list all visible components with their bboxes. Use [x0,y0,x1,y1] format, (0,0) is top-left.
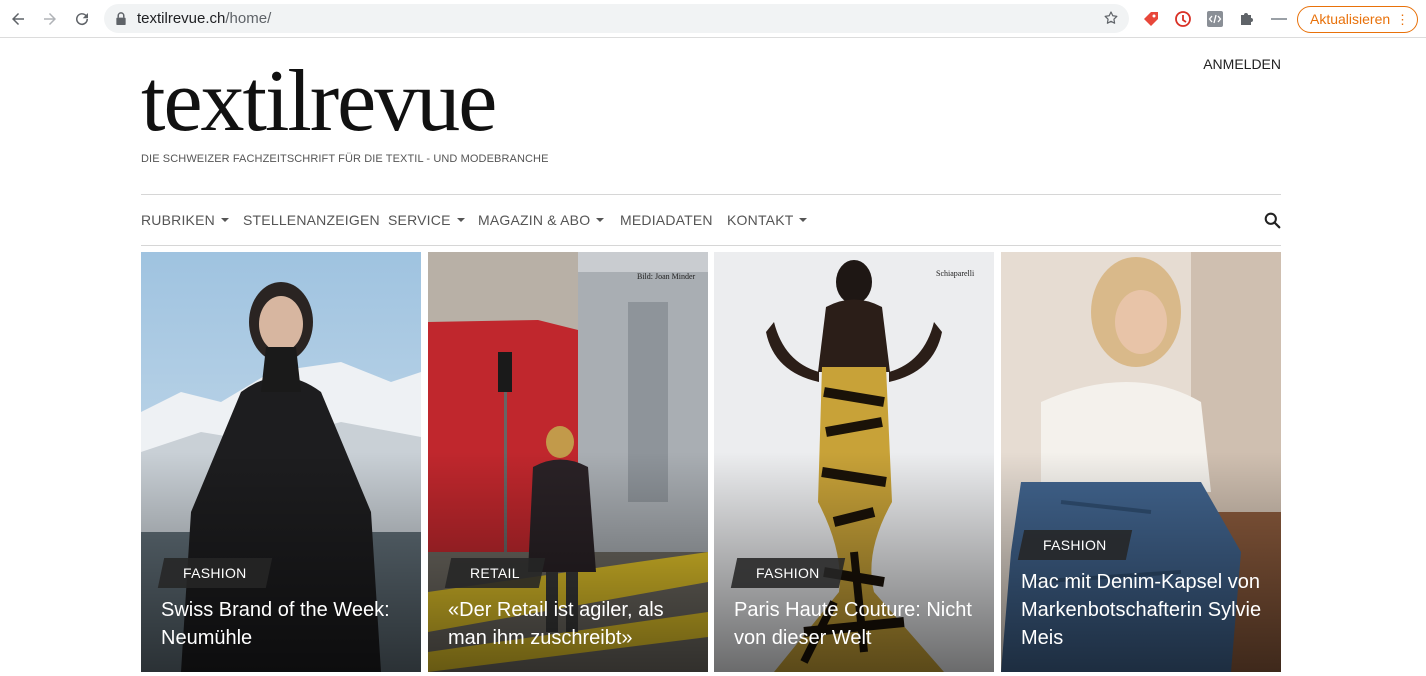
site-tagline: DIE SCHWEIZER FACHZEITSCHRIFT FÜR DIE TE… [141,153,549,165]
browser-toolbar: textilrevue.ch/home/ Aktualisieren ⋮ [0,0,1426,38]
back-arrow-icon[interactable] [8,9,28,29]
article-card[interactable]: Schiaparelli FASHION Paris Haute Couture… [714,252,994,672]
extension-code-icon[interactable] [1206,10,1224,28]
extension-small-icon[interactable] [1270,10,1288,28]
site-logo[interactable]: textilrevue [141,58,497,146]
url-text: textilrevue.ch/home/ [137,10,271,27]
caret-down-icon [799,218,808,223]
update-label: Aktualisieren [1310,11,1391,27]
extension-sync-icon[interactable] [1174,10,1192,28]
nav-label: MEDIADATEN [620,212,713,228]
category-badge[interactable]: FASHION [730,558,845,588]
category-label: FASHION [183,565,247,581]
nav-item-stellenanzeigen[interactable]: STELLENANZEIGEN [243,212,380,228]
url-path: /home/ [225,10,272,27]
caret-down-icon [596,218,605,223]
nav-item-magazin-abo[interactable]: MAGAZIN & ABO [478,212,605,228]
article-title[interactable]: «Der Retail ist agiler, als man ihm zusc… [448,596,692,652]
update-button[interactable]: Aktualisieren ⋮ [1297,6,1418,33]
category-badge[interactable]: FASHION [1017,530,1132,560]
nav-label: MAGAZIN & ABO [478,212,591,228]
article-card[interactable]: Bild: Joan Minder RETAIL «Der Retail ist… [428,252,708,672]
article-title[interactable]: Paris Haute Couture: Nicht von dieser We… [734,596,978,652]
category-label: RETAIL [470,565,520,581]
category-badge[interactable]: FASHION [157,558,272,588]
article-title[interactable]: Mac mit Denim-Kapsel von Markenbotschaft… [1021,568,1265,652]
nav-item-rubriken[interactable]: RUBRIKEN [141,212,229,228]
nav-label: KONTAKT [727,212,794,228]
category-label: FASHION [1043,537,1107,553]
caret-down-icon [220,218,229,223]
article-card[interactable]: FASHION Swiss Brand of the Week: Neumühl… [141,252,421,672]
article-card[interactable]: FASHION Mac mit Denim-Kapsel von Markenb… [1001,252,1281,672]
forward-arrow-icon[interactable] [40,9,60,29]
category-badge[interactable]: RETAIL [444,558,545,588]
reload-icon[interactable] [72,9,92,29]
nav-item-mediadaten[interactable]: MEDIADATEN [620,212,713,228]
extensions-puzzle-icon[interactable] [1238,10,1256,28]
nav-label: SERVICE [388,212,451,228]
nav-label: RUBRIKEN [141,212,215,228]
article-title[interactable]: Swiss Brand of the Week: Neumühle [161,596,405,652]
caret-down-icon [456,218,465,223]
photo-credit: Bild: Joan Minder [637,272,696,281]
nav-item-kontakt[interactable]: KONTAKT [727,212,808,228]
nav-item-service[interactable]: SERVICE [388,212,465,228]
nav-label: STELLENANZEIGEN [243,212,380,228]
extension-red-icon[interactable] [1142,10,1160,28]
main-navigation: RUBRIKEN STELLENANZEIGEN SERVICE MAGAZIN… [141,194,1281,246]
address-bar[interactable]: textilrevue.ch/home/ [104,4,1129,33]
url-domain: textilrevue.ch [137,10,226,27]
category-label: FASHION [756,565,820,581]
lock-icon [116,12,126,25]
more-menu-icon[interactable]: ⋮ [1396,7,1409,32]
photo-credit: Schiaparelli [936,269,975,278]
search-icon[interactable] [1264,212,1281,229]
bookmark-star-icon[interactable] [1103,10,1119,26]
login-link[interactable]: ANMELDEN [1203,56,1281,72]
